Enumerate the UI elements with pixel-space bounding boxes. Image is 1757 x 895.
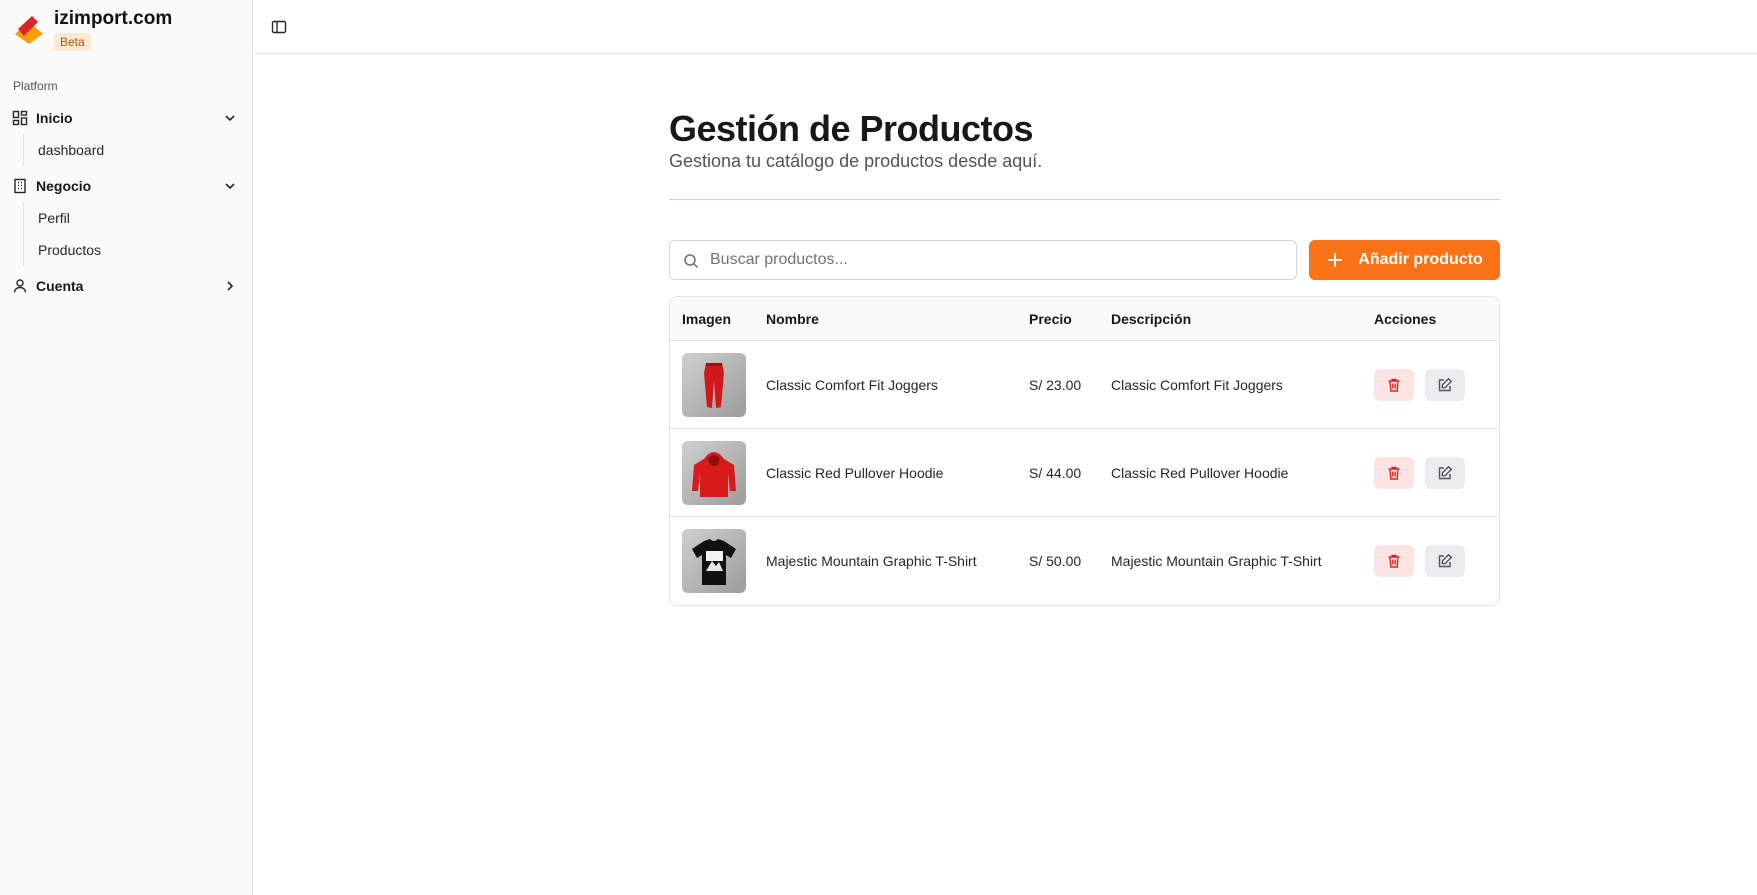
products-table: Imagen Nombre Precio Descripción Accione… bbox=[669, 296, 1500, 606]
edit-button[interactable] bbox=[1425, 545, 1465, 577]
chevron-down-icon bbox=[225, 183, 235, 190]
sidebar-toggle-icon bbox=[271, 20, 287, 34]
table-row: Classic Comfort Fit Joggers S/ 23.00 Cla… bbox=[670, 341, 1499, 429]
plus-icon bbox=[1328, 253, 1343, 267]
sidebar: izimport.com Beta Platform Inicio dashbo… bbox=[0, 0, 253, 895]
product-image-joggers bbox=[682, 352, 746, 417]
delete-button[interactable] bbox=[1374, 545, 1414, 577]
product-description: Majestic Mountain Graphic T-Shirt bbox=[1111, 553, 1322, 569]
sidebar-submenu-inicio: dashboard bbox=[23, 134, 233, 166]
beta-badge: Beta bbox=[54, 33, 91, 51]
chevron-down-icon bbox=[225, 115, 235, 122]
sidebar-item-label: Inicio bbox=[36, 110, 73, 126]
header-name: Nombre bbox=[766, 310, 819, 327]
page-title: Gestión de Productos bbox=[669, 108, 1034, 149]
edit-icon bbox=[1438, 553, 1453, 568]
brand-name: izimport.com bbox=[54, 8, 173, 29]
product-image-hoodie bbox=[682, 440, 746, 505]
sidebar-item-label: Cuenta bbox=[36, 278, 84, 294]
header-actions: Acciones bbox=[1374, 310, 1437, 327]
header-image: Imagen bbox=[682, 310, 732, 327]
edit-button[interactable] bbox=[1425, 456, 1465, 489]
topbar bbox=[254, 0, 1757, 54]
main-content: Gestión de Productos Gestiona tu catálog… bbox=[669, 108, 1500, 606]
product-image-tshirt bbox=[682, 529, 746, 593]
product-price: S/ 23.00 bbox=[1029, 376, 1082, 393]
toolbar: Añadir producto bbox=[669, 240, 1500, 280]
product-description: Classic Comfort Fit Joggers bbox=[1111, 376, 1283, 393]
product-description: Classic Red Pullover Hoodie bbox=[1111, 464, 1289, 481]
sidebar-item-negocio[interactable]: Negocio bbox=[12, 172, 240, 200]
logo-icon bbox=[15, 16, 43, 44]
edit-icon bbox=[1438, 377, 1453, 391]
brand[interactable]: izimport.com Beta bbox=[12, 8, 242, 52]
delete-button[interactable] bbox=[1374, 456, 1414, 489]
sidebar-item-dashboard[interactable]: dashboard bbox=[24, 134, 233, 166]
product-price: S/ 50.00 bbox=[1029, 553, 1082, 569]
divider bbox=[669, 199, 1500, 200]
sidebar-item-label: Negocio bbox=[36, 178, 92, 194]
search-box bbox=[669, 240, 1297, 280]
edit-icon bbox=[1438, 465, 1453, 479]
sidebar-item-perfil[interactable]: Perfil bbox=[24, 202, 233, 234]
product-name: Classic Comfort Fit Joggers bbox=[766, 376, 938, 393]
table-row: Majestic Mountain Graphic T-Shirt S/ 50.… bbox=[670, 517, 1499, 605]
sidebar-toggle-button[interactable] bbox=[268, 16, 290, 38]
chevron-right-icon bbox=[227, 281, 234, 291]
sidebar-submenu-negocio: Perfil Productos bbox=[23, 202, 233, 266]
header-price: Precio bbox=[1029, 310, 1072, 327]
trash-icon bbox=[1388, 378, 1400, 392]
layout-dashboard-icon bbox=[12, 110, 28, 126]
building-icon bbox=[14, 178, 26, 194]
header-description: Descripción bbox=[1111, 310, 1192, 327]
add-product-label: Añadir producto bbox=[1358, 251, 1483, 268]
delete-button[interactable] bbox=[1374, 368, 1414, 401]
sidebar-item-inicio[interactable]: Inicio bbox=[12, 104, 240, 132]
edit-button[interactable] bbox=[1425, 368, 1465, 401]
product-price: S/ 44.00 bbox=[1029, 464, 1082, 481]
search-icon bbox=[684, 254, 699, 269]
sidebar-item-cuenta[interactable]: Cuenta bbox=[12, 272, 240, 300]
trash-icon bbox=[1388, 554, 1400, 568]
sidebar-section-label: Platform bbox=[13, 79, 58, 93]
table-row: Classic Red Pullover Hoodie S/ 44.00 Cla… bbox=[670, 429, 1499, 517]
search-input[interactable] bbox=[670, 241, 1296, 279]
add-product-button[interactable]: Añadir producto bbox=[1309, 240, 1500, 280]
page-subtitle: Gestiona tu catálogo de productos desde … bbox=[669, 151, 1043, 171]
product-name: Classic Red Pullover Hoodie bbox=[766, 464, 944, 481]
table-header: Imagen Nombre Precio Descripción Accione… bbox=[670, 297, 1499, 341]
trash-icon bbox=[1388, 466, 1400, 480]
product-name: Majestic Mountain Graphic T-Shirt bbox=[766, 553, 977, 569]
user-icon bbox=[13, 279, 27, 293]
sidebar-item-productos[interactable]: Productos bbox=[24, 234, 233, 266]
